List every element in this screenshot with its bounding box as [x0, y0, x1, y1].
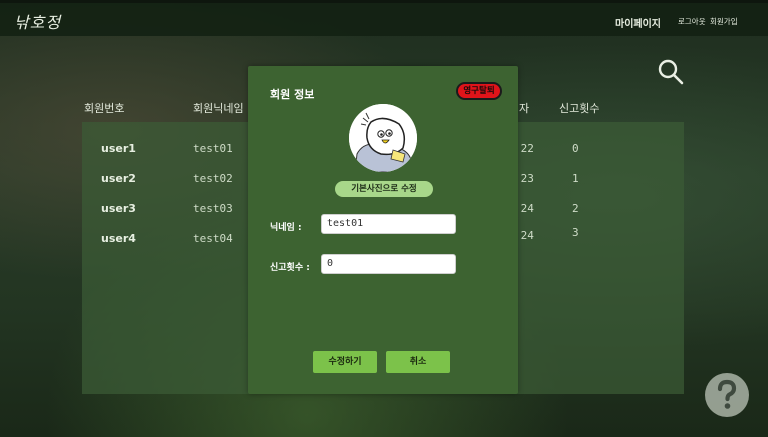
modal-title: 회원 정보 — [270, 88, 315, 101]
member-report-count: 1 — [572, 172, 579, 185]
edit-button[interactable]: 수정하기 — [313, 351, 377, 373]
member-id: user3 — [101, 202, 136, 215]
mypage-link[interactable]: 마이페이지 — [615, 15, 661, 30]
column-header-nickname: 회원닉네임 — [193, 102, 244, 115]
profile-character-icon — [349, 104, 417, 172]
cancel-button[interactable]: 취소 — [386, 351, 450, 373]
column-header-date: 자 — [519, 102, 530, 115]
nickname-label: 닉네임 : — [270, 223, 302, 233]
member-nickname: test01 — [193, 142, 233, 155]
member-nickname: test03 — [193, 202, 233, 215]
member-id: user2 — [101, 172, 136, 185]
column-header-member-id: 회원번호 — [84, 102, 125, 115]
member-nickname: test04 — [193, 232, 233, 245]
member-report-count: 0 — [572, 142, 579, 155]
report-count-label: 신고횟수 : — [270, 263, 310, 273]
member-report-count: 3 — [572, 226, 579, 239]
reset-default-photo-button[interactable]: 기본사진으로 수정 — [335, 181, 433, 197]
member-info-modal: 회원 정보 영구탈퇴 기본사진으로 수정 닉네임 : test01 신고횟수 :… — [248, 66, 518, 394]
member-report-count: 2 — [572, 202, 579, 215]
nickname-input[interactable]: test01 — [321, 214, 456, 234]
search-icon[interactable] — [657, 58, 685, 86]
column-header-report-count: 신고횟수 — [559, 102, 600, 115]
member-id: user1 — [101, 142, 136, 155]
signup-link[interactable]: 회원가입 — [710, 16, 738, 27]
permanent-withdraw-button[interactable]: 영구탈퇴 — [456, 82, 502, 100]
avatar[interactable] — [349, 104, 417, 172]
member-id: user4 — [101, 232, 136, 245]
member-nickname: test02 — [193, 172, 233, 185]
top-navbar: 낚호정 마이페이지 로그아웃 회원가입 — [0, 0, 768, 36]
help-icon[interactable] — [704, 372, 750, 418]
site-logo[interactable]: 낚호정 — [14, 9, 61, 33]
report-count-input[interactable]: 0 — [321, 254, 456, 274]
logout-link[interactable]: 로그아웃 — [678, 16, 706, 27]
